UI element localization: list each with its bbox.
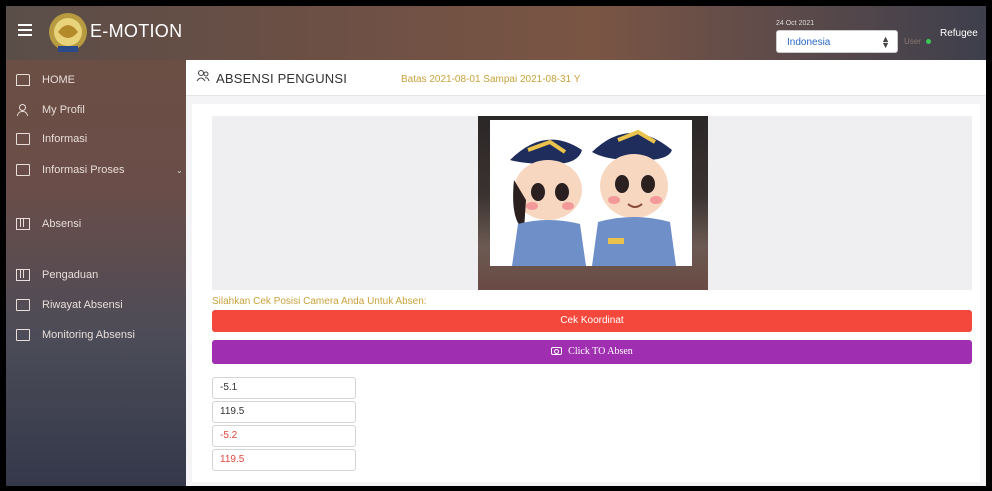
users-icon	[196, 69, 210, 82]
cek-koordinat-button[interactable]: Cek Koordinat	[212, 310, 972, 332]
sidebar-item-label: Monitoring Absensi	[42, 329, 135, 341]
country-select[interactable]: Indonesia ▲ ▼	[776, 30, 898, 53]
home-icon	[16, 74, 30, 86]
sidebar-item-label: Riwayat Absensi	[42, 299, 123, 311]
user-name[interactable]: Refugee	[940, 28, 978, 39]
absen-button-label: Click TO Absen	[568, 346, 633, 357]
camera-prompt: Silahkan Cek Posisi Camera Anda Untuk Ab…	[212, 296, 427, 307]
sidebar-item-pengaduan[interactable]: Pengaduan	[16, 265, 98, 285]
brand-title: E-MOTION	[90, 21, 183, 41]
current-date: 24 Oct 2021	[776, 20, 815, 27]
sidebar-item-label: My Profil	[42, 104, 85, 116]
online-status-icon	[926, 39, 931, 44]
sidebar: HOME My Profil Informasi Informasi Prose…	[6, 60, 186, 486]
sidebar-item-label: Pengaduan	[42, 269, 99, 281]
sidebar-item-label: Absensi	[42, 218, 82, 230]
sidebar-item-informasi[interactable]: Informasi	[16, 129, 87, 149]
user-icon	[16, 104, 30, 116]
sidebar-item-my-profil[interactable]: My Profil	[16, 100, 85, 120]
page-title: ABSENSI PENGUNSI	[216, 71, 348, 86]
sidebar-item-label: Informasi Proses	[42, 164, 125, 176]
longitude-field[interactable]: 119.5	[212, 401, 356, 423]
click-to-absen-button[interactable]: Click TO Absen	[212, 340, 972, 364]
page-header: ABSENSI PENGUNSI Batas 2021-08-01 Sampai…	[186, 60, 986, 96]
sidebar-item-monitoring-absensi[interactable]: Monitoring Absensi	[16, 325, 135, 345]
logo-emblem-icon	[49, 13, 87, 52]
monitor-icon	[16, 329, 30, 341]
sidebar-item-absensi[interactable]: Absensi	[16, 214, 81, 234]
camera-area	[212, 116, 972, 290]
sidebar-item-label: HOME	[42, 74, 75, 86]
sidebar-item-home[interactable]: HOME	[16, 70, 75, 90]
reference-latitude-field[interactable]: -5.2	[212, 425, 356, 447]
map-icon	[16, 269, 30, 281]
select-arrows-icon: ▲ ▼	[881, 34, 890, 50]
country-select-value: Indonesia	[787, 37, 831, 48]
sidebar-item-label: Informasi	[42, 133, 88, 145]
app-window: E-MOTION 24 Oct 2021 Indonesia ▲ ▼ User R…	[6, 6, 986, 486]
camera-icon	[551, 347, 563, 355]
document-icon	[16, 299, 30, 311]
latitude-field[interactable]: -5.1	[212, 377, 356, 399]
top-bar: E-MOTION 24 Oct 2021 Indonesia ▲ ▼ User R…	[6, 6, 986, 60]
page-subtitle: Batas 2021-08-01 Sampai 2021-08-31 Y	[401, 74, 581, 85]
user-role-label: User	[904, 37, 921, 46]
map-icon	[16, 218, 30, 230]
mascot-image	[490, 120, 692, 266]
reference-longitude-field[interactable]: 119.5	[212, 449, 356, 471]
document-icon	[16, 133, 30, 145]
hamburger-menu-icon[interactable]	[18, 24, 32, 36]
chevron-down-icon: ⌄	[176, 165, 183, 175]
attendance-card: Silahkan Cek Posisi Camera Anda Untuk Ab…	[192, 104, 980, 482]
sidebar-item-riwayat-absensi[interactable]: Riwayat Absensi	[16, 295, 123, 315]
mail-icon	[16, 164, 30, 176]
sidebar-item-informasi-proses[interactable]: Informasi Proses ⌄	[16, 160, 186, 180]
